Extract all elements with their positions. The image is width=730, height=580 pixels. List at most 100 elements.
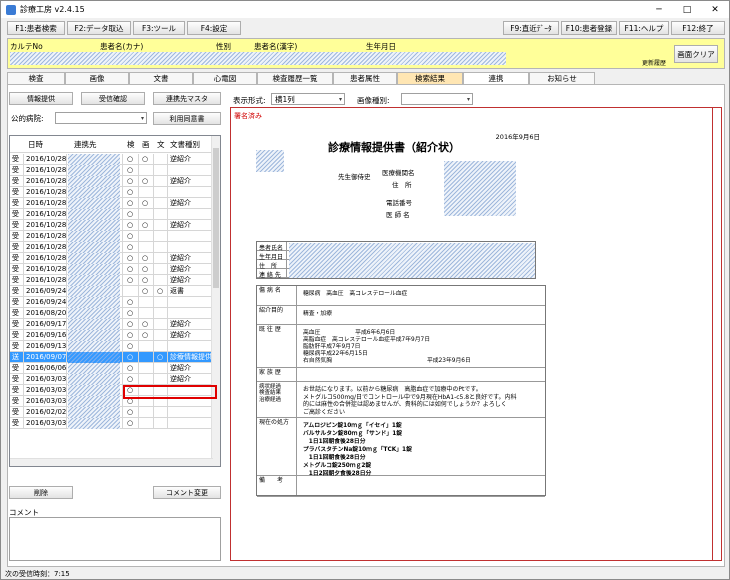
close-button[interactable]: ✕ — [701, 1, 729, 18]
function-key-bar: F1:患者検索 F2:データ取込 F3:ツール F4:設定 F9:直近ﾃﾞｰﾀ … — [7, 21, 725, 35]
date-cell: 2016/10/28 — [26, 265, 67, 273]
grid-line — [66, 176, 67, 187]
tab-ecg[interactable]: 心電図 — [193, 72, 257, 84]
maximize-button[interactable]: □ — [673, 1, 701, 18]
grid-line — [167, 187, 168, 198]
table-row[interactable]: 送 2016/09/07 ○ ○ 診療情報提供書 — [10, 352, 219, 363]
col-doctype-header[interactable]: 文書種別 — [170, 139, 200, 150]
tab-document[interactable]: 文書 — [129, 72, 193, 84]
grid-horizontal-scrollbar[interactable] — [10, 458, 213, 466]
referral-row: 既 往 歴高血圧 平成6年6月6日 高脂血症 高コレステロール血症平成7年9月7日… — [257, 325, 545, 368]
image-flag-cell: ○ — [142, 199, 149, 207]
minimize-button[interactable]: ─ — [645, 1, 673, 18]
partner-cell-redacted — [68, 253, 120, 264]
col-partner-header[interactable]: 連携先 — [74, 139, 97, 150]
info-provide-button[interactable]: 情報提供 — [9, 92, 73, 105]
name-kanji-label: 患者名(漢字) — [254, 42, 298, 51]
table-row[interactable]: 受 2016/06/06 ○ 逆紹介 — [10, 363, 213, 374]
referral-row: 現在の処方 アムロジピン錠10ｍｇ「イセイ」1錠 バルサルタン錠80ｍｇ「サンド」1… — [257, 418, 545, 477]
col-test-header[interactable]: 検 — [127, 139, 135, 150]
clear-screen-button[interactable]: 画面クリア — [674, 45, 718, 63]
grid-vertical-scrollbar[interactable] — [211, 136, 220, 466]
table-row[interactable]: 受 2016/10/28 ○ — [10, 209, 213, 220]
consent-form-button[interactable]: 利用同意書 — [153, 112, 221, 125]
table-row[interactable]: 受 2016/03/03 ○ — [10, 418, 213, 429]
direction-cell: 受 — [12, 386, 19, 394]
table-row[interactable]: 受 2016/10/28 ○ — [10, 165, 213, 176]
direction-cell: 受 — [12, 397, 19, 405]
recipient-redacted — [256, 150, 284, 172]
col-doc-header[interactable]: 文 — [157, 139, 165, 150]
table-row[interactable]: 受 2016/09/16 ○ ○ 逆紹介 — [10, 330, 213, 341]
grid-line — [122, 154, 123, 165]
f9-recent-data-button[interactable]: F9:直近ﾃﾞｰﾀ — [503, 21, 559, 35]
grid-line — [122, 363, 123, 374]
table-row[interactable]: 受 2016/10/28 ○ — [10, 242, 213, 253]
table-row[interactable]: 受 2016/09/13 ○ — [10, 341, 213, 352]
grid-line — [167, 297, 168, 308]
doc-flag-cell: ○ — [157, 353, 164, 361]
table-row[interactable]: 受 2016/10/28 ○ ○ 逆紹介 — [10, 264, 213, 275]
birthday-label: 生年月日 — [366, 42, 396, 51]
f2-data-import-button[interactable]: F2:データ取込 — [67, 21, 131, 35]
grid-line — [153, 297, 154, 308]
test-flag-cell: ○ — [127, 199, 134, 207]
update-history-link[interactable]: 更新履歴 — [642, 58, 666, 67]
table-row[interactable]: 受 2016/10/28 ○ ○ 逆紹介 — [10, 275, 213, 286]
table-row[interactable]: 受 2016/10/28 ○ ○ 逆紹介 — [10, 154, 213, 165]
table-row[interactable]: 受 2016/02/02 ○ — [10, 407, 213, 418]
table-row[interactable]: 受 2016/10/28 ○ ○ 逆紹介 — [10, 253, 213, 264]
scroll-thumb[interactable] — [213, 148, 219, 288]
f10-patient-register-button[interactable]: F10:患者登録 — [561, 21, 617, 35]
grid-line — [167, 220, 168, 231]
f11-help-button[interactable]: F11:ヘルプ — [619, 21, 669, 35]
grid-line — [138, 154, 139, 165]
referral-row: 家 族 歴 — [257, 368, 545, 382]
tab-search-results[interactable]: 検索結果 — [397, 72, 463, 84]
grid-line — [66, 220, 67, 231]
col-image-header[interactable]: 画 — [142, 139, 150, 150]
grid-line — [167, 407, 168, 418]
comment-textarea[interactable] — [9, 517, 221, 561]
image-type-select[interactable]: ▾ — [401, 93, 473, 105]
date-cell: 2016/09/07 — [26, 353, 67, 361]
tab-patient-attr[interactable]: 患者属性 — [333, 72, 397, 84]
display-format-select[interactable]: 横1列 ▾ — [271, 93, 345, 105]
table-row[interactable]: 受 2016/10/28 ○ ○ 逆紹介 — [10, 220, 213, 231]
tab-link[interactable]: 連携 — [463, 72, 529, 84]
tab-test-history[interactable]: 検査履歴一覧 — [257, 72, 333, 84]
tab-test[interactable]: 検査 — [7, 72, 65, 84]
referral-row: 備 考 — [257, 476, 545, 497]
table-row[interactable]: 受 2016/10/28 ○ — [10, 231, 213, 242]
grid-line — [122, 209, 123, 220]
hospital-select[interactable]: ▾ — [55, 112, 147, 124]
viewer-page-border — [712, 108, 713, 560]
table-row[interactable]: 受 2016/10/28 ○ ○ 逆紹介 — [10, 176, 213, 187]
direction-cell: 受 — [12, 177, 19, 185]
table-row[interactable]: 受 2016/09/17 ○ ○ 逆紹介 — [10, 319, 213, 330]
grid-line — [66, 165, 67, 176]
table-row[interactable]: 受 2016/09/24 ○ — [10, 297, 213, 308]
f4-settings-button[interactable]: F4:設定 — [187, 21, 241, 35]
test-flag-cell: ○ — [127, 243, 134, 251]
table-row[interactable]: 受 2016/08/20 ○ — [10, 308, 213, 319]
grid-line — [167, 264, 168, 275]
table-row[interactable]: 受 2016/03/03 ○ 逆紹介 — [10, 374, 213, 385]
comment-change-button[interactable]: コメント変更 — [153, 486, 221, 499]
referral-row-heading: 傷 病 名 — [259, 287, 281, 294]
f1-patient-search-button[interactable]: F1:患者検索 — [7, 21, 65, 35]
grid-line — [167, 352, 168, 363]
receipt-confirm-button[interactable]: 受信確認 — [81, 92, 145, 105]
delete-button[interactable]: 削除 — [9, 486, 73, 499]
f3-tools-button[interactable]: F3:ツール — [133, 21, 185, 35]
tab-image[interactable]: 画像 — [65, 72, 129, 84]
link-master-button[interactable]: 連携先マスタ — [153, 92, 221, 105]
tab-notice[interactable]: お知らせ — [529, 72, 595, 84]
f12-exit-button[interactable]: F12:終了 — [671, 21, 725, 35]
table-row[interactable]: 受 2016/10/28 ○ ○ 逆紹介 — [10, 198, 213, 209]
grid-line — [23, 198, 24, 209]
col-date-header[interactable]: 日時 — [28, 139, 43, 150]
table-row[interactable]: 受 2016/10/28 ○ — [10, 187, 213, 198]
table-row[interactable]: 受 2016/09/24 ○ ○ 返書 — [10, 286, 213, 297]
grid-line — [167, 154, 168, 165]
